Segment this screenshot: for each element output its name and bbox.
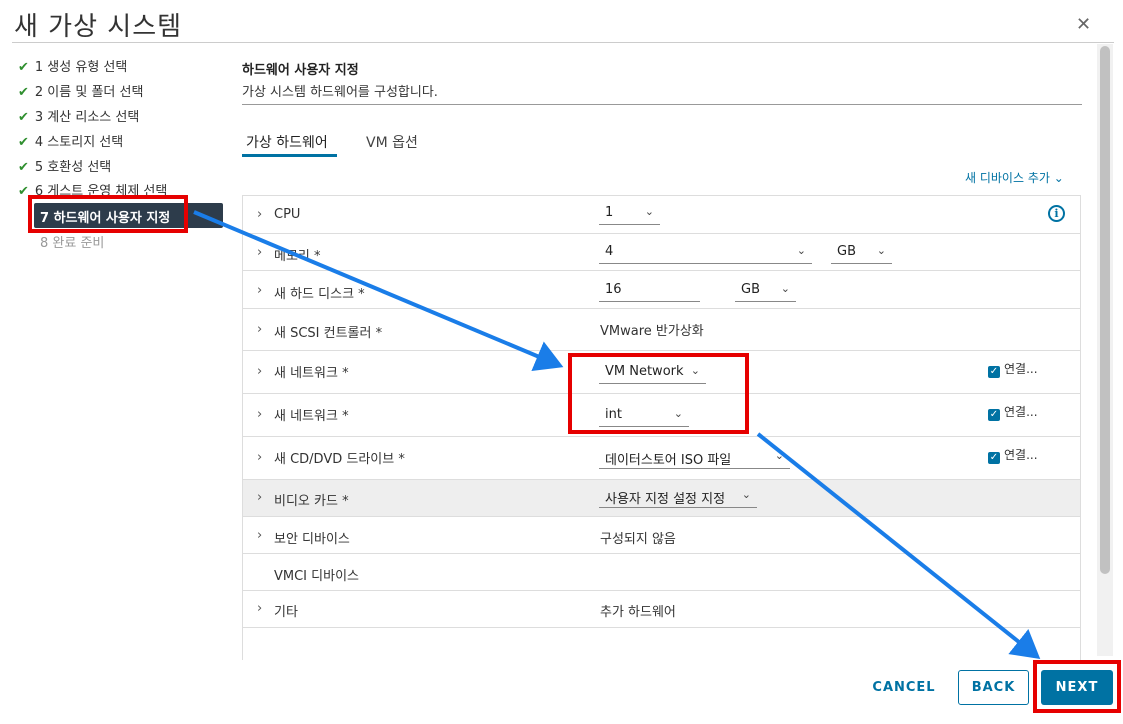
chevron-right-icon[interactable]: › (257, 245, 262, 260)
close-icon[interactable]: ✕ (1076, 14, 1091, 35)
scrollbar-thumb[interactable] (1100, 46, 1110, 574)
add-device-button[interactable]: 새 디바이스 추가 ⌄ (965, 169, 1064, 186)
network-1-connect-checkbox[interactable]: ✓ 연결... (988, 360, 1038, 378)
check-icon: ✔ (18, 60, 29, 75)
tab-virtual-hardware[interactable]: 가상 하드웨어 (246, 132, 328, 152)
chevron-down-icon: ⌄ (796, 244, 806, 257)
info-icon[interactable]: i (1048, 205, 1065, 222)
chevron-right-icon[interactable]: › (257, 407, 262, 422)
highlight-networks (568, 353, 749, 434)
back-button[interactable]: BACK (958, 670, 1029, 705)
step-5[interactable]: ✔ 5 호환성 선택 (18, 156, 111, 175)
chevron-right-icon[interactable]: › (257, 601, 262, 616)
video-card-select[interactable]: 사용자 지정 설정 지정 ⌄ (599, 486, 757, 508)
section-title: 하드웨어 사용자 지정 (242, 63, 359, 78)
dialog-title: 새 가상 시스템 (14, 12, 183, 42)
chevron-right-icon[interactable]: › (257, 364, 262, 379)
disk-unit-select[interactable]: GB ⌄ (735, 280, 796, 302)
step-4[interactable]: ✔ 4 스토리지 선택 (18, 131, 123, 150)
check-icon: ✔ (18, 85, 29, 100)
step-1[interactable]: ✔ 1 생성 유형 선택 (18, 56, 127, 75)
disk-size-input[interactable]: 16 (599, 280, 700, 302)
tab-active-indicator (242, 154, 337, 157)
row-video-card: › 비디오 카드 * 사용자 지정 설정 지정 ⌄ (243, 480, 1080, 517)
chevron-right-icon[interactable]: › (257, 207, 262, 222)
chevron-right-icon[interactable]: › (257, 322, 262, 337)
chevron-right-icon[interactable]: › (257, 450, 262, 465)
chevron-right-icon[interactable]: › (257, 283, 262, 298)
row-cd-dvd: › 새 CD/DVD 드라이브 * 데이터스토어 ISO 파일 ⌄ ✓ 연결... (243, 437, 1080, 480)
checkbox-checked-icon: ✓ (988, 409, 1000, 421)
check-icon: ✔ (18, 135, 29, 150)
chevron-down-icon: ⌄ (780, 282, 790, 295)
step-2[interactable]: ✔ 2 이름 및 폴더 선택 (18, 81, 143, 100)
scsi-value: VMware 반가상화 (600, 324, 704, 339)
row-security-device: › 보안 디바이스 구성되지 않음 (243, 517, 1080, 554)
row-other: › 기타 추가 하드웨어 (243, 591, 1080, 628)
other-value: 추가 하드웨어 (600, 605, 676, 620)
memory-unit-select[interactable]: GB ⌄ (831, 242, 892, 264)
section-description: 가상 시스템 하드웨어를 구성합니다. (242, 85, 438, 100)
chevron-down-icon: ⌄ (1053, 171, 1064, 185)
memory-input[interactable]: 4 ⌄ (599, 242, 812, 264)
highlight-step-7 (28, 195, 188, 233)
chevron-down-icon: ⌄ (774, 449, 784, 462)
cpu-select[interactable]: 1 ⌄ (599, 203, 660, 225)
network-2-connect-checkbox[interactable]: ✓ 연결... (988, 403, 1038, 421)
checkbox-checked-icon: ✓ (988, 452, 1000, 464)
highlight-next-button (1033, 660, 1121, 713)
step-3[interactable]: ✔ 3 계산 리소스 선택 (18, 106, 139, 125)
row-hard-disk: › 새 하드 디스크 * 16 GB ⌄ (243, 271, 1080, 309)
chevron-down-icon: ⌄ (876, 244, 886, 257)
section-divider (242, 104, 1082, 105)
check-icon: ✔ (18, 110, 29, 125)
row-memory: › 메모리 * 4 ⌄ GB ⌄ (243, 234, 1080, 271)
chevron-right-icon[interactable]: › (257, 528, 262, 543)
chevron-right-icon[interactable]: › (257, 490, 262, 505)
row-scsi: › 새 SCSI 컨트롤러 * VMware 반가상화 (243, 309, 1080, 351)
chevron-down-icon: ⌄ (644, 205, 654, 218)
cdrom-source-select[interactable]: 데이터스토어 ISO 파일 ⌄ (599, 447, 790, 469)
chevron-down-icon: ⌄ (741, 488, 751, 501)
title-divider (12, 42, 1114, 43)
row-vmci: VMCI 디바이스 (243, 554, 1080, 591)
cdrom-connect-checkbox[interactable]: ✓ 연결... (988, 446, 1038, 464)
cancel-button[interactable]: CANCEL (862, 676, 946, 700)
security-value: 구성되지 않음 (600, 532, 676, 547)
row-cpu: › CPU 1 ⌄ i (243, 196, 1080, 234)
tab-vm-options[interactable]: VM 옵션 (366, 132, 418, 152)
checkbox-checked-icon: ✓ (988, 366, 1000, 378)
step-8: 8 완료 준비 (40, 236, 105, 251)
check-icon: ✔ (18, 160, 29, 175)
